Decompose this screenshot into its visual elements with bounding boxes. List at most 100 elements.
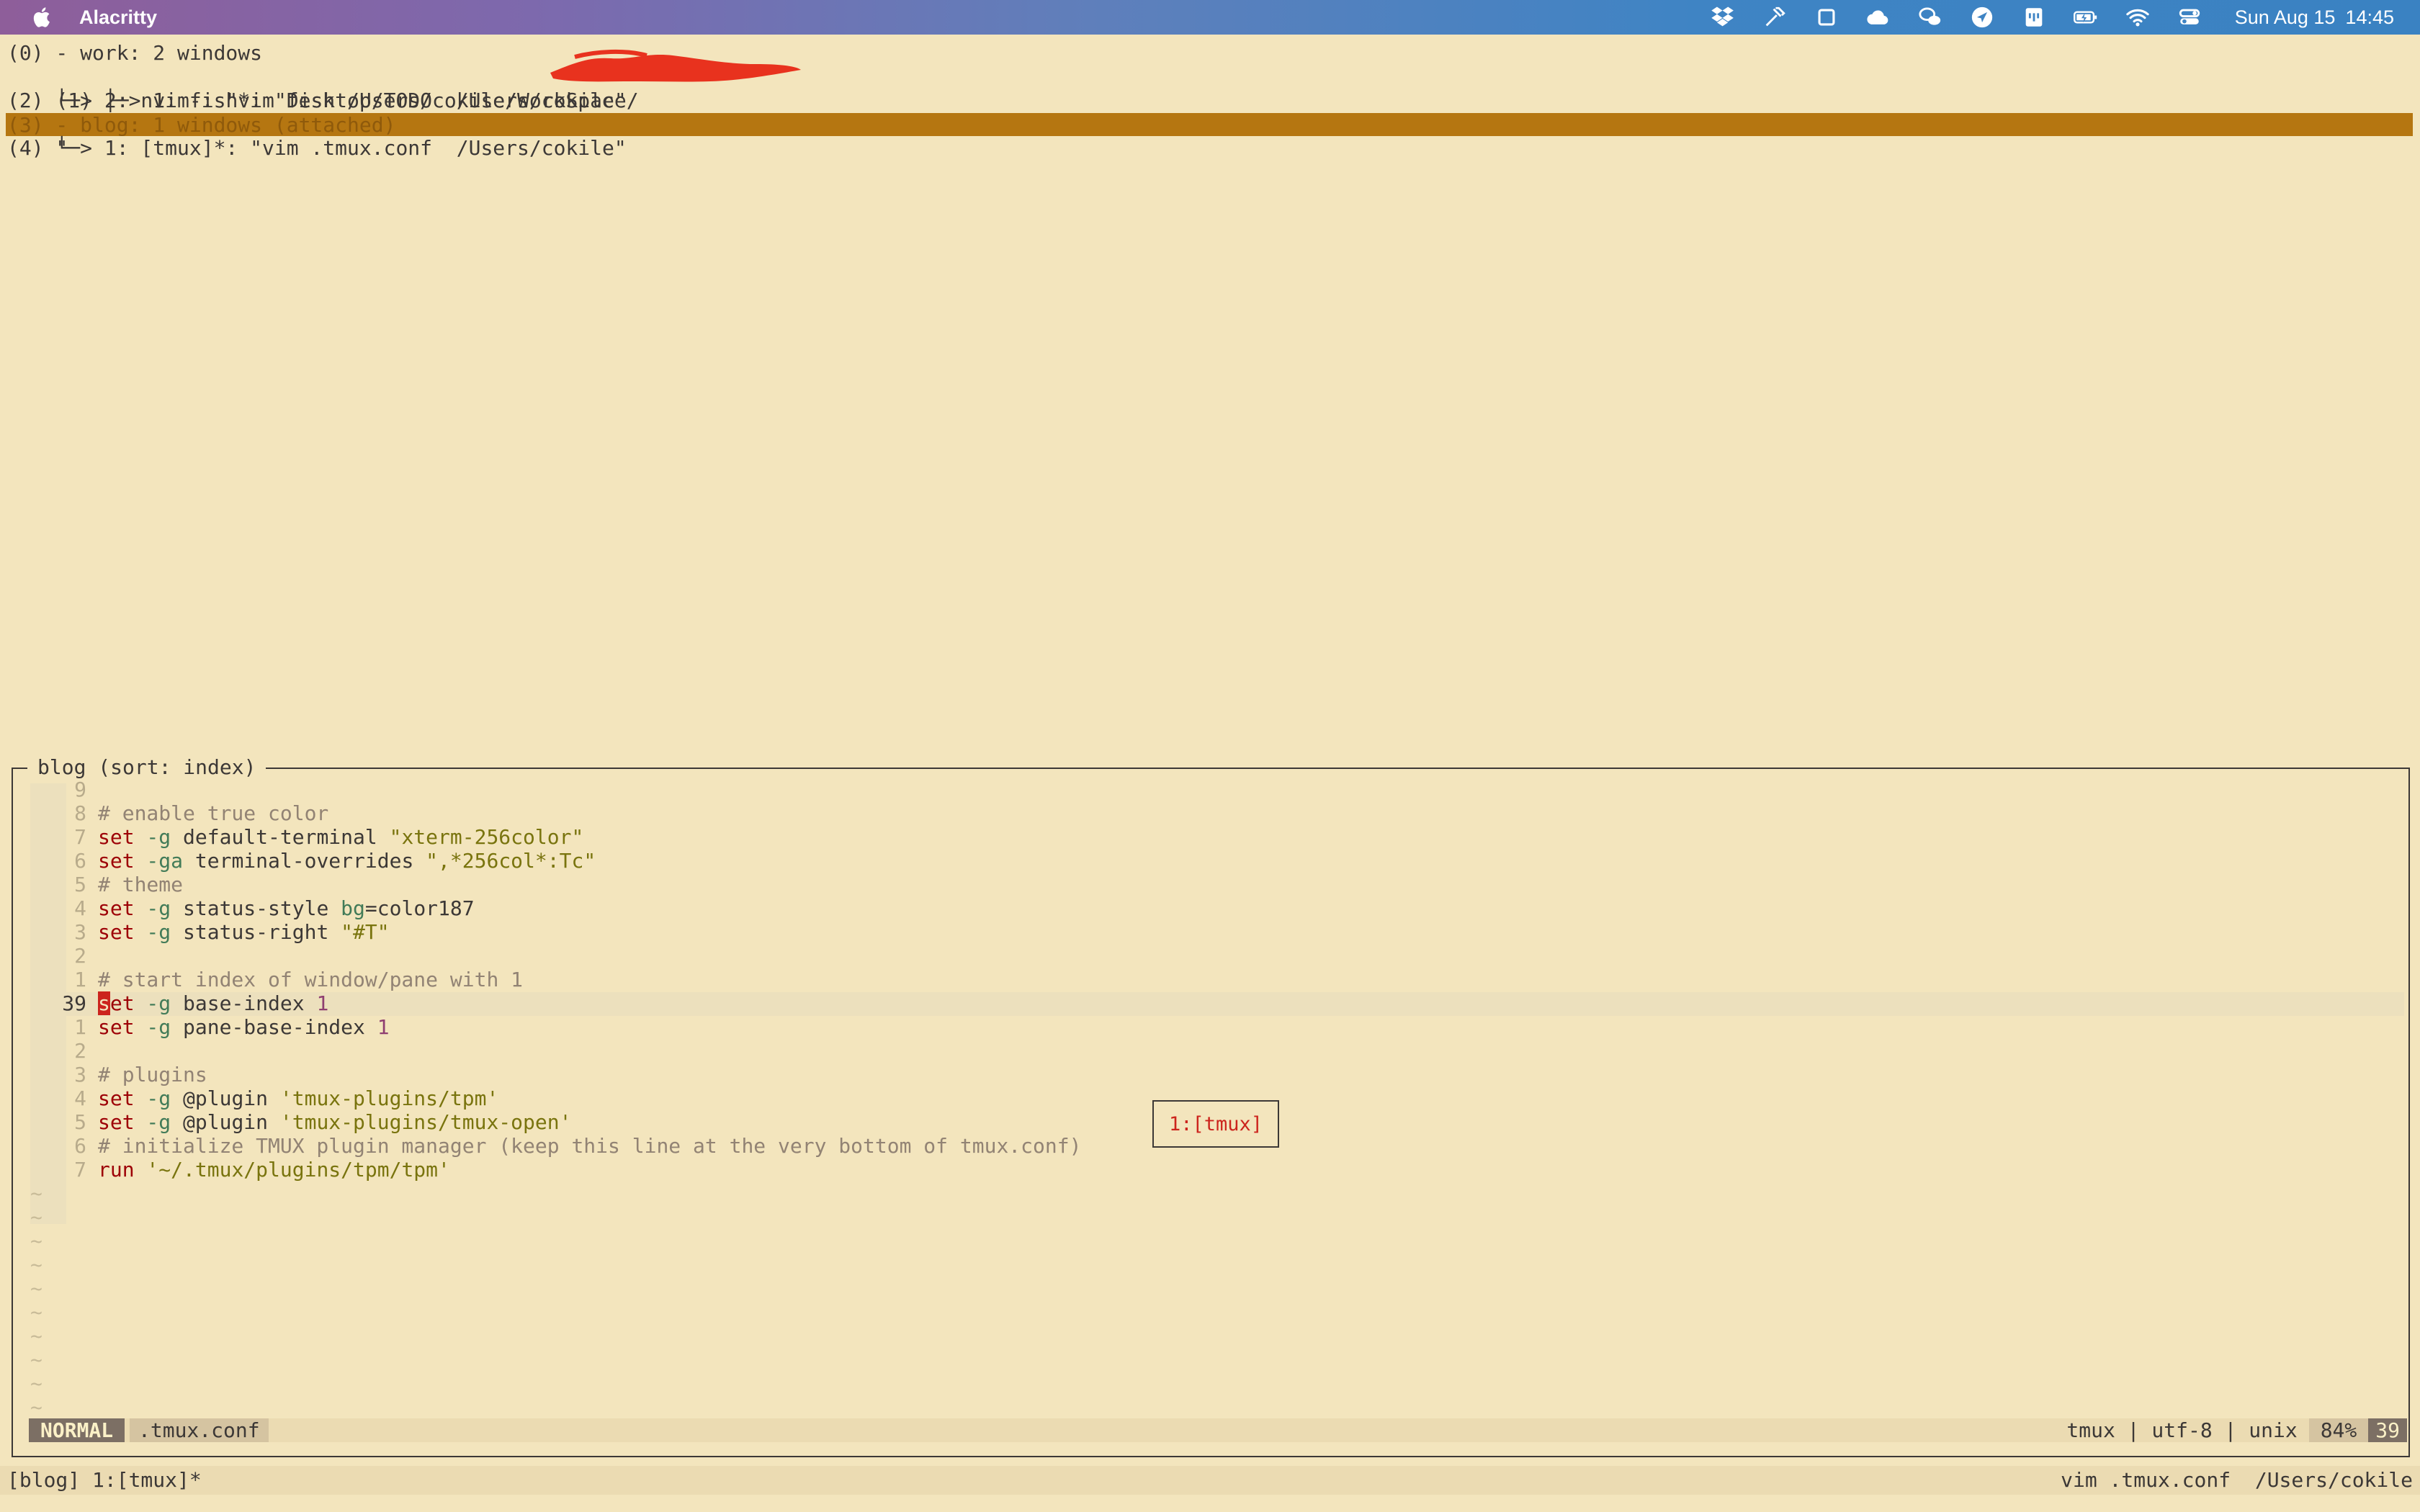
code-line[interactable]: 5 # theme	[13, 873, 2390, 896]
window-popup-label: 1:[tmux]	[1152, 1100, 1279, 1148]
hammer-icon[interactable]	[1762, 5, 1787, 30]
window-icon[interactable]	[1814, 5, 1839, 30]
tree-item-window-tmux[interactable]: (4) └─> 1: [tmux]*: "vim .tmux.conf /Use…	[7, 136, 627, 160]
code-token: set	[98, 1110, 135, 1134]
line-number: 6	[74, 849, 86, 873]
code-token: terminal-overrides	[183, 849, 426, 873]
line-number: 7	[74, 1158, 86, 1182]
code-token: pane-base-index	[171, 1015, 377, 1039]
notes-icon[interactable]	[2022, 5, 2046, 30]
code-token: # initialize TMUX plugin manager (keep t…	[98, 1134, 1082, 1158]
code-text: # start index of window/pane with 1	[98, 968, 523, 991]
cloud-icon[interactable]	[1866, 5, 1891, 30]
tmux-pane-command: vim .tmux.conf	[2061, 1468, 2231, 1492]
tmux-status-bar: [blog] 1:[tmux]* vim .tmux.conf /Users/c…	[0, 1466, 2420, 1495]
code-line-current[interactable]: 39 set -g base-index 1	[13, 991, 2390, 1015]
code-line[interactable]: 4 set -g status-style bg=color187	[13, 896, 2390, 920]
code-token: # enable true color	[98, 801, 329, 825]
tree-item-window-fish[interactable]: (1) ├─> 1: fish*: "fish /Users/cokile/Wo…	[7, 65, 638, 160]
code-text: set -g @plugin 'tmux-plugins/tmux-open'	[98, 1110, 571, 1134]
code-line[interactable]: 7 run '~/.tmux/plugins/tpm/tpm'	[13, 1158, 2390, 1182]
empty-line-marker: ~	[30, 1253, 42, 1277]
line-number: 4	[74, 1086, 86, 1110]
tree-item-session-work[interactable]: (0) - work: 2 windows	[7, 41, 262, 65]
code-token: -g	[134, 896, 171, 920]
line-number: 7	[74, 825, 86, 849]
code-token: -g	[134, 1015, 171, 1039]
empty-line-marker: ~	[30, 1300, 42, 1324]
line-number: 1	[74, 968, 86, 991]
code-token: -ga	[134, 849, 184, 873]
code-line[interactable]: 3 # plugins	[13, 1063, 2390, 1086]
code-text: set -g status-right "#T"	[98, 920, 390, 944]
preview-pane-title: blog (sort: index)	[27, 755, 266, 780]
line-number: 5	[74, 1110, 86, 1134]
code-line[interactable]: 2	[13, 1039, 2390, 1063]
code-token: run	[98, 1158, 135, 1182]
code-token: set	[98, 825, 135, 849]
location-arrow-icon[interactable]	[1970, 5, 1994, 30]
empty-line-marker: ~	[30, 1372, 42, 1395]
code-line[interactable]: 9	[13, 778, 2390, 801]
code-line[interactable]: 1 set -g pane-base-index 1	[13, 1015, 2390, 1039]
code-text: set -ga terminal-overrides ",*256col*:Tc…	[98, 849, 596, 873]
menu-bar: Alacritty Sun Aug 15 14:45	[0, 0, 2420, 35]
code-token: set	[98, 849, 135, 873]
vim-filename: .tmux.conf	[130, 1418, 269, 1442]
code-token: color187	[377, 896, 475, 920]
vim-statusline: NORMAL .tmux.conf tmux | utf-8 | unix 84…	[29, 1418, 2407, 1442]
code-token: set	[98, 1015, 135, 1039]
code-text: # enable true color	[98, 801, 328, 825]
code-token: -g	[134, 825, 171, 849]
empty-line-marker: ~	[30, 1277, 42, 1300]
code-token: default-terminal	[171, 825, 390, 849]
tree-item-session-blog-selected[interactable]: (3) - blog: 1 windows (attached)	[6, 113, 2413, 137]
line-number: 3	[74, 920, 86, 944]
apple-logo-icon[interactable]	[30, 5, 55, 30]
code-text: set -g base-index 1	[98, 991, 328, 1015]
battery-icon[interactable]	[2073, 5, 2098, 30]
line-number: 2	[74, 944, 86, 968]
code-token: @plugin	[171, 1110, 280, 1134]
code-line[interactable]: 6 set -ga terminal-overrides ",*256col*:T…	[13, 849, 2390, 873]
wechat-icon[interactable]	[1918, 5, 1942, 30]
app-menu-name[interactable]: Alacritty	[79, 6, 157, 29]
vim-filetype: tmux	[2066, 1418, 2115, 1442]
code-token: "xterm-256color"	[389, 825, 584, 849]
code-line[interactable]: 2	[13, 944, 2390, 968]
code-token: set	[98, 1086, 135, 1110]
empty-line-marker: ~	[30, 1205, 42, 1229]
menu-bar-tray: Sun Aug 15 14:45	[1711, 0, 2394, 35]
clock-day: Sun Aug 15	[2234, 6, 2336, 28]
code-token: bg	[341, 896, 365, 920]
vim-file-info: tmux | utf-8 | unix	[2066, 1418, 2298, 1442]
code-line[interactable]: 1 # start index of window/pane with 1	[13, 968, 2390, 991]
code-token: @plugin	[171, 1086, 280, 1110]
code-token: ",*256col*:Tc"	[426, 849, 596, 873]
tree-item-text: (3) - blog: 1 windows (attached)	[7, 113, 396, 137]
vim-encoding: utf-8	[2151, 1418, 2213, 1442]
code-text: run '~/.tmux/plugins/tpm/tpm'	[98, 1158, 450, 1182]
tree-item-window-nvim[interactable]: (2) └─> 2: nvim-: "vim Desktop/TODO /Use…	[7, 89, 627, 112]
code-text: set -g @plugin 'tmux-plugins/tpm'	[98, 1086, 498, 1110]
dropbox-icon[interactable]	[1711, 5, 1735, 30]
wifi-icon[interactable]	[2125, 5, 2150, 30]
tmux-pane-path: /Users/cokile	[2254, 1468, 2413, 1492]
code-line[interactable]: 3 set -g status-right "#T"	[13, 920, 2390, 944]
code-line[interactable]: 7 set -g default-terminal "xterm-256color…	[13, 825, 2390, 849]
line-number: 1	[74, 1015, 86, 1039]
code-text: set -g pane-base-index 1	[98, 1015, 390, 1039]
code-text: # initialize TMUX plugin manager (keep t…	[98, 1134, 1081, 1158]
empty-line-marker: ~	[30, 1182, 42, 1205]
line-number: 5	[74, 873, 86, 896]
empty-line-marker: ~	[30, 1324, 42, 1348]
menu-bar-clock[interactable]: Sun Aug 15 14:45	[2235, 6, 2394, 29]
line-number: 4	[74, 896, 86, 920]
code-text: # plugins	[98, 1063, 207, 1086]
tmux-session-window[interactable]: [blog] 1:[tmux]*	[7, 1466, 202, 1495]
line-number: 9	[74, 778, 86, 801]
code-text: # theme	[98, 873, 183, 896]
control-center-icon[interactable]	[2177, 5, 2202, 30]
code-token: -g	[134, 991, 171, 1015]
code-line[interactable]: 8 # enable true color	[13, 801, 2390, 825]
